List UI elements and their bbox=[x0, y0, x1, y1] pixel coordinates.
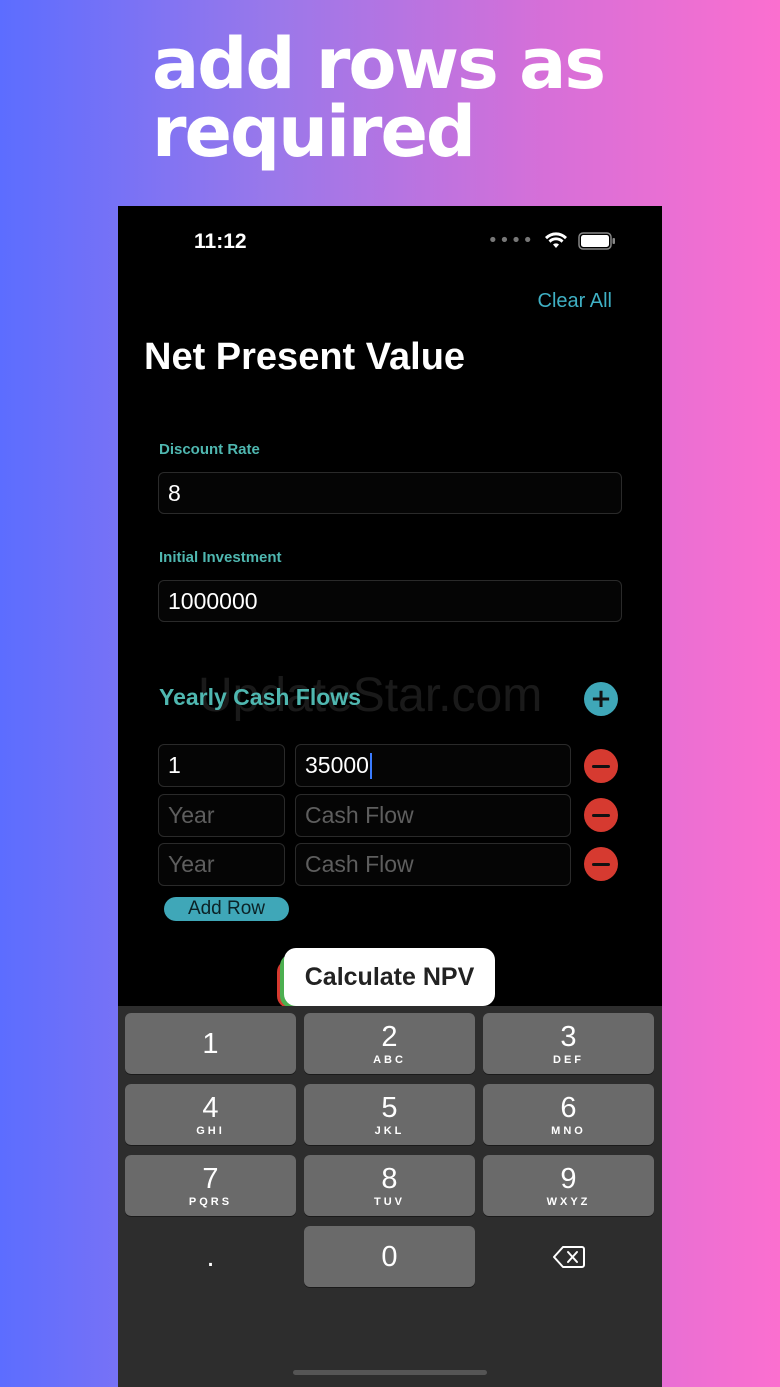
key-letters: MNO bbox=[551, 1124, 586, 1137]
key-letters: WXYZ bbox=[546, 1195, 591, 1208]
signal-dots-icon: •••• bbox=[487, 230, 534, 251]
key-7[interactable]: 7 PQRS bbox=[125, 1155, 296, 1216]
minus-circle-icon bbox=[592, 813, 610, 817]
key-digit: 7 bbox=[202, 1162, 219, 1195]
key-digit: 5 bbox=[381, 1091, 398, 1124]
year-input[interactable]: Year bbox=[158, 843, 285, 886]
key-decimal[interactable]: . bbox=[125, 1226, 296, 1287]
numeric-keyboard: 1 2 ABC 3 DEF 4 GHI 5 JKL 6 MNO 7 PQRS 8… bbox=[118, 1006, 662, 1387]
remove-row-button[interactable] bbox=[584, 749, 618, 783]
wifi-icon bbox=[545, 232, 567, 248]
key-digit: 4 bbox=[202, 1091, 219, 1124]
promo-headline: add rows as required bbox=[152, 23, 752, 173]
key-digit: . bbox=[206, 1240, 215, 1273]
plus-circle-icon: + bbox=[590, 684, 612, 714]
key-digit: 9 bbox=[560, 1162, 577, 1195]
cash-flow-input[interactable]: 35000 bbox=[295, 744, 571, 787]
key-digit: 8 bbox=[381, 1162, 398, 1195]
key-6[interactable]: 6 MNO bbox=[483, 1084, 654, 1145]
key-9[interactable]: 9 WXYZ bbox=[483, 1155, 654, 1216]
cash-flow-input[interactable]: Cash Flow bbox=[295, 794, 571, 837]
remove-row-button[interactable] bbox=[584, 798, 618, 832]
key-letters: JKL bbox=[374, 1124, 405, 1137]
calculate-npv-button[interactable]: Calculate NPV bbox=[284, 948, 495, 1006]
initial-investment-label: Initial Investment bbox=[159, 549, 282, 566]
key-letters: DEF bbox=[553, 1053, 584, 1066]
home-indicator bbox=[293, 1370, 487, 1375]
year-input[interactable]: 1 bbox=[158, 744, 285, 787]
add-row-button[interactable]: Add Row bbox=[164, 897, 289, 921]
key-digit: 3 bbox=[560, 1020, 577, 1053]
cash-flow-value: 35000 bbox=[305, 752, 369, 778]
key-backspace[interactable] bbox=[483, 1226, 654, 1287]
text-caret bbox=[369, 752, 372, 779]
cash-flows-title: Yearly Cash Flows bbox=[159, 684, 361, 710]
key-letters: ABC bbox=[373, 1053, 406, 1066]
backspace-icon bbox=[552, 1245, 585, 1268]
key-3[interactable]: 3 DEF bbox=[483, 1013, 654, 1074]
status-icons: •••• bbox=[488, 232, 616, 250]
key-letters: GHI bbox=[196, 1124, 225, 1137]
key-digit: 0 bbox=[381, 1240, 398, 1273]
key-letters: PQRS bbox=[188, 1195, 233, 1208]
key-digit: 6 bbox=[560, 1091, 577, 1124]
key-letters: TUV bbox=[374, 1195, 405, 1208]
remove-row-button[interactable] bbox=[584, 847, 618, 881]
minus-circle-icon bbox=[592, 764, 610, 768]
key-4[interactable]: 4 GHI bbox=[125, 1084, 296, 1145]
key-1[interactable]: 1 bbox=[125, 1013, 296, 1074]
status-time: 11:12 bbox=[194, 230, 247, 253]
clear-all-button[interactable]: Clear All bbox=[538, 290, 612, 313]
battery-icon bbox=[578, 232, 615, 250]
key-digit: 1 bbox=[202, 1027, 219, 1060]
page-title: Net Present Value bbox=[144, 336, 466, 378]
headline-line-2: required bbox=[152, 91, 476, 173]
key-5[interactable]: 5 JKL bbox=[304, 1084, 475, 1145]
add-cash-flow-button[interactable]: + bbox=[584, 682, 618, 716]
key-2[interactable]: 2 ABC bbox=[304, 1013, 475, 1074]
key-0[interactable]: 0 bbox=[304, 1226, 475, 1287]
initial-investment-input[interactable]: 1000000 bbox=[158, 580, 622, 622]
year-input[interactable]: Year bbox=[158, 794, 285, 837]
phone-screen: 11:12 •••• Clear All Net Present Value D… bbox=[118, 206, 662, 1387]
cash-flow-input[interactable]: Cash Flow bbox=[295, 843, 571, 886]
key-digit: 2 bbox=[381, 1020, 398, 1053]
discount-rate-label: Discount Rate bbox=[159, 441, 260, 458]
headline-line-1: add rows as bbox=[152, 23, 606, 105]
discount-rate-input[interactable]: 8 bbox=[158, 472, 622, 514]
key-8[interactable]: 8 TUV bbox=[304, 1155, 475, 1216]
minus-circle-icon bbox=[592, 862, 610, 866]
